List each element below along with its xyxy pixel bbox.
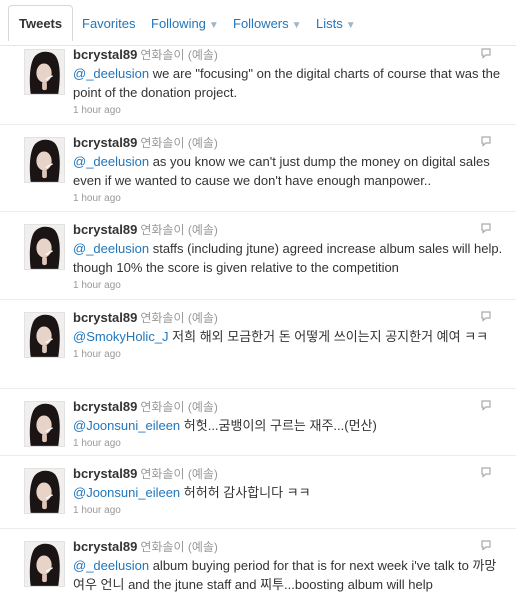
- tab-label: Favorites: [82, 16, 136, 31]
- chevron-down-icon: ▼: [291, 20, 302, 31]
- tweet-timestamp[interactable]: 1 hour ago: [73, 438, 505, 450]
- avatar[interactable]: [24, 468, 65, 514]
- reply-icon[interactable]: [480, 466, 492, 478]
- tweet-text: @_deelusion staffs (including jtune) agr…: [73, 239, 505, 277]
- screen-name[interactable]: bcrystal89: [73, 47, 137, 62]
- tweet-row[interactable]: bcrystal89 연화솔이 (예솔) @Joonsuni_eileen 허허허 …: [0, 456, 516, 529]
- screen-name[interactable]: bcrystal89: [73, 135, 137, 150]
- tweet-text: @_deelusion album buying period for that…: [73, 556, 505, 594]
- tweet-message: 저희 해외 모금한거 돈 어떻게 쓰이는지 공지한거 예여 ㅋㅋ: [168, 329, 489, 344]
- tab-label: Following: [151, 16, 206, 31]
- tweet-content: bcrystal89 연화솔이 (예솔) @Joonsuni_eileen 허헛..…: [73, 399, 505, 450]
- mention-link[interactable]: @_deelusion: [73, 66, 149, 81]
- tweet-content: bcrystal89 연화솔이 (예솔) @_deelusion album buy…: [73, 539, 505, 597]
- avatar[interactable]: [24, 224, 65, 270]
- reply-icon[interactable]: [480, 47, 492, 59]
- tweet-content: bcrystal89 연화솔이 (예솔) @_deelusion we are "f…: [73, 47, 505, 117]
- tweet-timestamp[interactable]: 1 hour ago: [73, 505, 505, 517]
- tweet-text: @_deelusion as you know we can't just du…: [73, 152, 505, 190]
- full-name: 연화솔이 (예솔): [140, 400, 218, 414]
- tweet-row[interactable]: bcrystal89 연화솔이 (예솔) @_deelusion we are "f…: [0, 37, 516, 125]
- tab-favorites[interactable]: Favorites: [71, 5, 146, 40]
- tweet-header: bcrystal89 연화솔이 (예솔): [73, 466, 505, 482]
- avatar[interactable]: [24, 312, 65, 358]
- avatar[interactable]: [24, 49, 65, 95]
- tab-following[interactable]: Following ▼: [140, 5, 230, 40]
- tweet-content: bcrystal89 연화솔이 (예솔) @Joonsuni_eileen 허허허 …: [73, 466, 505, 517]
- tweet-timestamp[interactable]: 1 hour ago: [73, 349, 505, 361]
- screen-name[interactable]: bcrystal89: [73, 539, 137, 554]
- avatar[interactable]: [24, 541, 65, 587]
- reply-icon[interactable]: [480, 539, 492, 551]
- tweet-row[interactable]: bcrystal89 연화솔이 (예솔) @SmokyHolic_J 저희 해외 모…: [0, 300, 516, 389]
- full-name: 연화솔이 (예솔): [140, 467, 218, 481]
- tab-label: Tweets: [19, 16, 63, 31]
- screen-name[interactable]: bcrystal89: [73, 222, 137, 237]
- reply-icon[interactable]: [480, 310, 492, 322]
- tab-lists[interactable]: Lists ▼: [305, 5, 367, 40]
- full-name: 연화솔이 (예솔): [140, 223, 218, 237]
- tweet-content: bcrystal89 연화솔이 (예솔) @_deelusion as you kn…: [73, 135, 505, 205]
- mention-link[interactable]: @_deelusion: [73, 241, 149, 256]
- tweet-header: bcrystal89 연화솔이 (예솔): [73, 539, 505, 555]
- tweet-text: @SmokyHolic_J 저희 해외 모금한거 돈 어떻게 쓰이는지 공지한거…: [73, 327, 505, 346]
- mention-link[interactable]: @SmokyHolic_J: [73, 329, 169, 344]
- tweet-row[interactable]: bcrystal89 연화솔이 (예솔) @_deelusion album buy…: [0, 529, 516, 600]
- chevron-down-icon: ▼: [208, 20, 219, 31]
- screen-name[interactable]: bcrystal89: [73, 399, 137, 414]
- tweet-row[interactable]: bcrystal89 연화솔이 (예솔) @_deelusion staffs (i…: [0, 212, 516, 300]
- tweet-content: bcrystal89 연화솔이 (예솔) @_deelusion staffs (i…: [73, 222, 505, 292]
- mention-link[interactable]: @_deelusion: [73, 558, 149, 573]
- tweet-header: bcrystal89 연화솔이 (예솔): [73, 222, 505, 238]
- tweet-text: @_deelusion we are "focusing" on the dig…: [73, 64, 505, 102]
- tab-tweets[interactable]: Tweets: [8, 5, 74, 41]
- tweet-header: bcrystal89 연화솔이 (예솔): [73, 399, 505, 415]
- chevron-down-icon: ▼: [345, 20, 356, 31]
- full-name: 연화솔이 (예솔): [140, 48, 218, 62]
- tweet-header: bcrystal89 연화솔이 (예솔): [73, 47, 505, 63]
- full-name: 연화솔이 (예솔): [140, 136, 218, 150]
- tweet-message: 허헛...굼뱅이의 구르는 재주...(먼산): [180, 418, 377, 433]
- mention-link[interactable]: @Joonsuni_eileen: [73, 485, 180, 500]
- tweet-text: @Joonsuni_eileen 허헛...굼뱅이의 구르는 재주...(먼산): [73, 416, 505, 435]
- full-name: 연화솔이 (예솔): [140, 311, 218, 325]
- tab-label: Followers: [233, 16, 289, 31]
- avatar[interactable]: [24, 137, 65, 183]
- mention-link[interactable]: @_deelusion: [73, 154, 149, 169]
- reply-icon[interactable]: [480, 399, 492, 411]
- screen-name[interactable]: bcrystal89: [73, 310, 137, 325]
- tab-followers[interactable]: Followers ▼: [222, 5, 313, 40]
- tweet-header: bcrystal89 연화솔이 (예솔): [73, 310, 505, 326]
- reply-icon[interactable]: [480, 222, 492, 234]
- tweet-timestamp[interactable]: 1 hour ago: [73, 280, 505, 292]
- tweet-row[interactable]: bcrystal89 연화솔이 (예솔) @_deelusion as you kn…: [0, 125, 516, 212]
- full-name: 연화솔이 (예솔): [140, 540, 218, 554]
- screen-name[interactable]: bcrystal89: [73, 466, 137, 481]
- avatar[interactable]: [24, 401, 65, 447]
- tweet-text: @Joonsuni_eileen 허허허 감사합니다 ㅋㅋ: [73, 483, 505, 502]
- tweet-timestamp[interactable]: 1 hour ago: [73, 193, 505, 205]
- tab-label: Lists: [316, 16, 343, 31]
- tweet-header: bcrystal89 연화솔이 (예솔): [73, 135, 505, 151]
- tweet-timestamp[interactable]: 1 hour ago: [73, 105, 505, 117]
- tweet-message: 허허허 감사합니다 ㅋㅋ: [180, 485, 311, 500]
- reply-icon[interactable]: [480, 135, 492, 147]
- tweet-content: bcrystal89 연화솔이 (예솔) @SmokyHolic_J 저희 해외 모…: [73, 310, 505, 361]
- mention-link[interactable]: @Joonsuni_eileen: [73, 418, 180, 433]
- tweet-row[interactable]: bcrystal89 연화솔이 (예솔) @Joonsuni_eileen 허헛..…: [0, 389, 516, 456]
